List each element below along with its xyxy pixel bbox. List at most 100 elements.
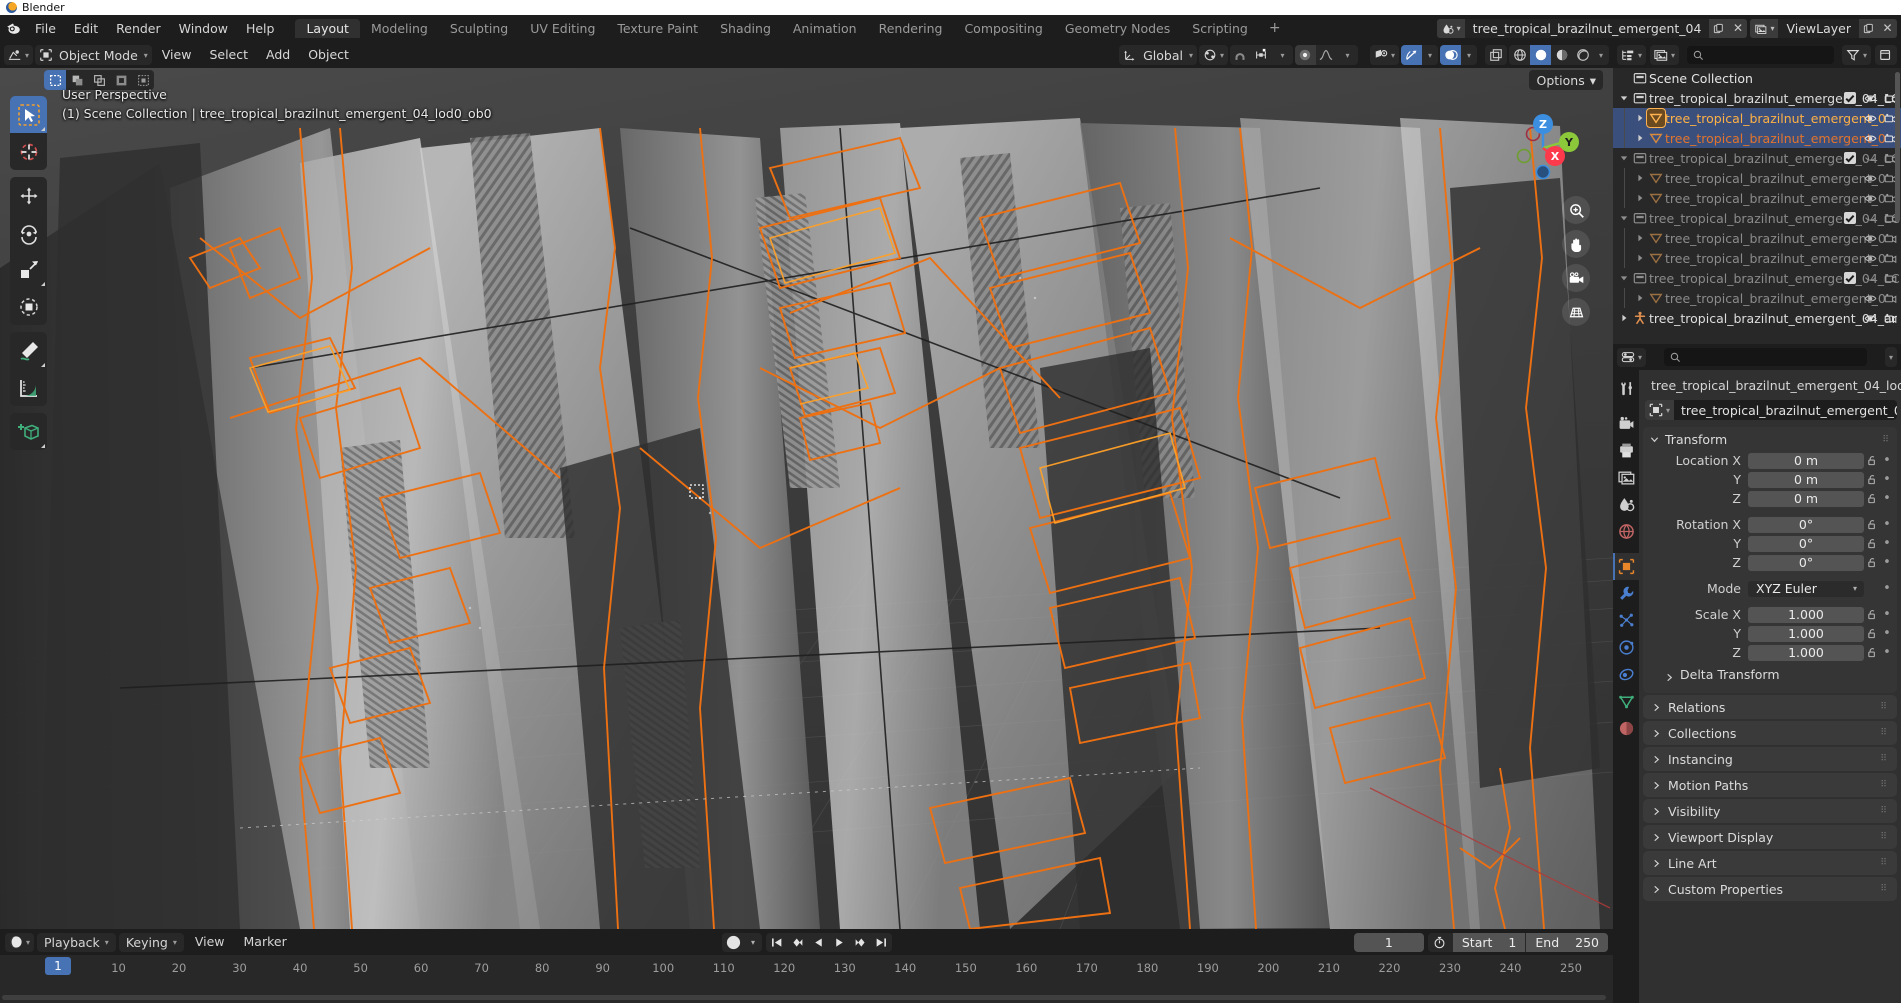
rotation-x-field[interactable]: 0° — [1748, 516, 1864, 533]
solid-shading-icon[interactable] — [1530, 45, 1551, 65]
outliner-row[interactable]: tree_tropical_brazilnut_emergent_04_LC — [1613, 268, 1901, 288]
material-preview-shading-icon[interactable] — [1551, 45, 1572, 65]
gizmo-icon[interactable] — [1401, 45, 1422, 65]
render-visibility-icon[interactable] — [1881, 289, 1899, 307]
camera-view-icon[interactable] — [1562, 264, 1590, 292]
tab-geometry-nodes[interactable]: Geometry Nodes — [1054, 19, 1181, 38]
animate-dot-icon[interactable]: • — [1880, 536, 1894, 551]
eye-closed-icon[interactable] — [1861, 149, 1879, 167]
tab-output[interactable] — [1613, 437, 1639, 464]
tab-animation[interactable]: Animation — [782, 19, 868, 38]
scale-y-field[interactable]: 1.000 — [1748, 625, 1864, 642]
outliner-row-scene-collection[interactable]: Scene Collection — [1613, 68, 1901, 88]
lock-icon[interactable] — [1864, 626, 1880, 642]
tab-layout[interactable]: Layout — [295, 19, 360, 38]
animate-dot-icon[interactable]: • — [1880, 607, 1894, 622]
eye-closed-icon[interactable] — [1861, 269, 1879, 287]
render-visibility-icon[interactable] — [1881, 309, 1899, 327]
tab-view-layer[interactable] — [1613, 464, 1639, 491]
animate-dot-icon[interactable]: • — [1880, 472, 1894, 487]
auto-keying-caret-icon[interactable]: ▾ — [745, 933, 762, 952]
tab-object[interactable] — [1613, 553, 1639, 580]
new-viewlayer-button[interactable] — [1859, 19, 1878, 38]
remove-viewlayer-button[interactable]: ✕ — [1878, 19, 1897, 38]
tab-particles[interactable] — [1613, 607, 1639, 634]
scale-x-field[interactable]: 1.000 — [1748, 606, 1864, 623]
rotation-z-field[interactable]: 0° — [1748, 554, 1864, 571]
keying-dropdown[interactable]: Keying ▾ — [118, 932, 184, 952]
scale-tool[interactable] — [10, 251, 47, 288]
viewport-gizmos-toggle[interactable]: ▾ — [1369, 45, 1399, 65]
lock-icon[interactable] — [1864, 491, 1880, 507]
tab-material[interactable] — [1613, 715, 1639, 742]
tab-scripting[interactable]: Scripting — [1181, 19, 1259, 38]
prev-keyframe-icon[interactable] — [787, 933, 808, 952]
properties-panel-collections[interactable]: Collections ⠿ — [1643, 721, 1897, 745]
chevron-right-icon[interactable] — [1617, 311, 1631, 325]
eye-open-icon[interactable] — [1861, 229, 1879, 247]
chevron-right-icon[interactable] — [1633, 291, 1647, 305]
gizmo-axis-z[interactable]: Z — [1533, 114, 1553, 134]
tweak-select-tool[interactable] — [10, 96, 47, 133]
timeline-editor-type-button[interactable]: ▾ — [5, 932, 35, 952]
pan-hand-icon[interactable] — [1562, 230, 1590, 258]
animate-dot-icon[interactable]: • — [1880, 491, 1894, 506]
add-cube-tool[interactable] — [10, 413, 47, 450]
menu-render[interactable]: Render — [107, 15, 170, 42]
outliner-search-input[interactable] — [1687, 46, 1834, 64]
eye-open-icon[interactable] — [1861, 249, 1879, 267]
chevron-down-icon[interactable] — [1617, 91, 1631, 105]
collection-checkbox[interactable] — [1841, 209, 1859, 227]
eye-open-icon[interactable] — [1861, 129, 1879, 147]
rotation-mode-select[interactable]: XYZ Euler ▾ — [1748, 580, 1864, 597]
location-z-field[interactable]: 0 m — [1748, 490, 1864, 507]
magnet-icon[interactable] — [1230, 45, 1251, 65]
tab-render[interactable] — [1613, 410, 1639, 437]
falloff-curve-icon[interactable] — [1316, 45, 1337, 65]
properties-panel-motion-paths[interactable]: Motion Paths ⠿ — [1643, 773, 1897, 797]
animate-dot-icon[interactable]: • — [1880, 645, 1894, 660]
viewport-options-button[interactable]: Options ▾ — [1529, 70, 1603, 90]
overlays-icon[interactable] — [1440, 45, 1461, 65]
eye-open-icon[interactable] — [1861, 189, 1879, 207]
end-frame-field[interactable]: End 250 — [1526, 932, 1608, 952]
eye-open-icon[interactable] — [1861, 109, 1879, 127]
outliner-row[interactable]: tree_tropical_brazilnut_emergent_0 — [1613, 168, 1901, 188]
properties-panel-viewport-display[interactable]: Viewport Display ⠿ — [1643, 825, 1897, 849]
delta-transform-subpanel[interactable]: Delta Transform — [1643, 663, 1897, 685]
remove-scene-button[interactable]: ✕ — [1728, 19, 1748, 38]
viewport-menu-select[interactable]: Select — [201, 42, 256, 68]
tab-modifiers[interactable] — [1613, 580, 1639, 607]
properties-search-input[interactable] — [1664, 348, 1867, 366]
chevron-down-icon[interactable] — [1617, 271, 1631, 285]
render-visibility-icon[interactable] — [1881, 249, 1899, 267]
navigation-gizmo[interactable]: Z Y X — [1513, 108, 1599, 194]
timeline-channel-area[interactable] — [0, 981, 1613, 1003]
select-extend-icon[interactable] — [66, 70, 88, 90]
3d-viewport[interactable]: User Perspective (1) Scene Collection | … — [0, 68, 1613, 929]
eye-open-icon[interactable] — [1861, 169, 1879, 187]
tab-tool[interactable] — [1613, 375, 1639, 402]
chevron-down-icon[interactable] — [1617, 211, 1631, 225]
properties-editor-type-button[interactable]: ▾ — [1617, 347, 1647, 367]
properties-panel-relations[interactable]: Relations ⠿ — [1643, 695, 1897, 719]
menu-help[interactable]: Help — [237, 15, 284, 42]
playback-dropdown[interactable]: Playback ▾ — [37, 932, 116, 952]
chevron-down-icon[interactable] — [1617, 151, 1631, 165]
scene-name[interactable]: tree_tropical_brazilnut_emergent_04 — [1464, 19, 1710, 38]
toggle-perspective-icon[interactable] — [1562, 298, 1590, 326]
outliner-row[interactable]: tree_tropical_brazilnut_emergent_0 — [1613, 128, 1901, 148]
tab-scene[interactable] — [1613, 491, 1639, 518]
wireframe-shading-icon[interactable] — [1509, 45, 1530, 65]
animate-dot-icon[interactable]: • — [1880, 626, 1894, 641]
properties-body[interactable]: tree_tropical_brazilnut_emergent_04_lod0… — [1639, 370, 1901, 1003]
outliner-scrollbar[interactable] — [1895, 72, 1900, 222]
play-icon[interactable] — [829, 933, 850, 952]
viewport-menu-object[interactable]: Object — [300, 42, 357, 68]
menu-file[interactable]: File — [26, 15, 65, 42]
animate-dot-icon[interactable]: • — [1880, 453, 1894, 468]
lock-icon[interactable] — [1864, 607, 1880, 623]
record-icon[interactable] — [722, 933, 745, 952]
timeline-menu-view[interactable]: View — [187, 929, 233, 955]
properties-panel-instancing[interactable]: Instancing ⠿ — [1643, 747, 1897, 771]
